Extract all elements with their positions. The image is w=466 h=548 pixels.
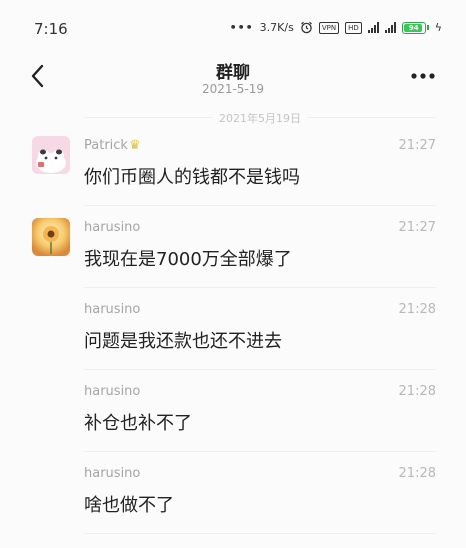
hd-badge: HD xyxy=(345,21,362,34)
message-row[interactable]: harusino 21:27 我现在是7000万全部爆了 xyxy=(0,206,466,288)
message-separator xyxy=(84,533,436,534)
message-text: 我现在是7000万全部爆了 xyxy=(84,249,292,270)
avatar-harusino[interactable] xyxy=(32,218,70,256)
page-subtitle-date: 2021-5-19 xyxy=(201,82,265,96)
sender-name: harusino xyxy=(84,384,141,399)
date-divider: 2021年5月19日 xyxy=(84,110,436,126)
message-text: 问题是我还款也还不进去 xyxy=(84,331,282,352)
charging-icon: ϟ xyxy=(434,21,442,34)
battery-icon: 94 xyxy=(401,21,429,34)
battery-level: 94 xyxy=(408,23,419,32)
clock: 7:16 xyxy=(34,20,68,38)
sender-name: harusino xyxy=(84,302,141,317)
sender-name: Patrick♛ xyxy=(84,138,141,153)
message-text: 补仓也补不了 xyxy=(84,413,192,434)
signal-icon xyxy=(384,22,396,33)
page-title: 群聊 xyxy=(216,63,250,83)
status-bar: 7:16 ••• 3.7K/s VPN HD 94 ϟ xyxy=(0,0,466,52)
message-time: 21:27 xyxy=(398,220,436,235)
chat-screen: 7:16 ••• 3.7K/s VPN HD 94 ϟ 群聊 2021-5-19… xyxy=(0,0,466,548)
status-icons: ••• 3.7K/s VPN HD 94 ϟ xyxy=(230,21,442,34)
network-speed: 3.7K/s xyxy=(259,21,294,34)
vpn-badge: VPN xyxy=(318,21,340,34)
sender-name: harusino xyxy=(84,220,141,235)
message-time: 21:28 xyxy=(398,302,436,317)
chat-header: 群聊 2021-5-19 xyxy=(0,52,466,102)
more-menu-icon[interactable] xyxy=(410,66,436,86)
message-row[interactable]: harusino 21:28 问题是我还款也还不进去 xyxy=(0,288,466,370)
avatar-patrick[interactable] xyxy=(32,136,70,174)
message-row[interactable]: harusino 21:28 补仓也补不了 xyxy=(0,370,466,452)
message-text: 你们币圈人的钱都不是钱吗 xyxy=(84,167,300,188)
sender-name: harusino xyxy=(84,466,141,481)
more-notifications-icon: ••• xyxy=(229,21,254,34)
message-row[interactable]: harusino 21:28 啥也做不了 xyxy=(0,452,466,534)
alarm-icon xyxy=(300,21,312,34)
signal-4g-icon xyxy=(367,22,379,33)
vip-crown-icon: ♛ xyxy=(128,138,141,153)
message-time: 21:28 xyxy=(398,384,436,399)
message-text: 啥也做不了 xyxy=(84,495,174,516)
message-row[interactable]: Patrick♛ 21:27 你们币圈人的钱都不是钱吗 xyxy=(0,124,466,206)
message-time: 21:28 xyxy=(398,466,436,481)
message-time: 21:27 xyxy=(398,138,436,153)
